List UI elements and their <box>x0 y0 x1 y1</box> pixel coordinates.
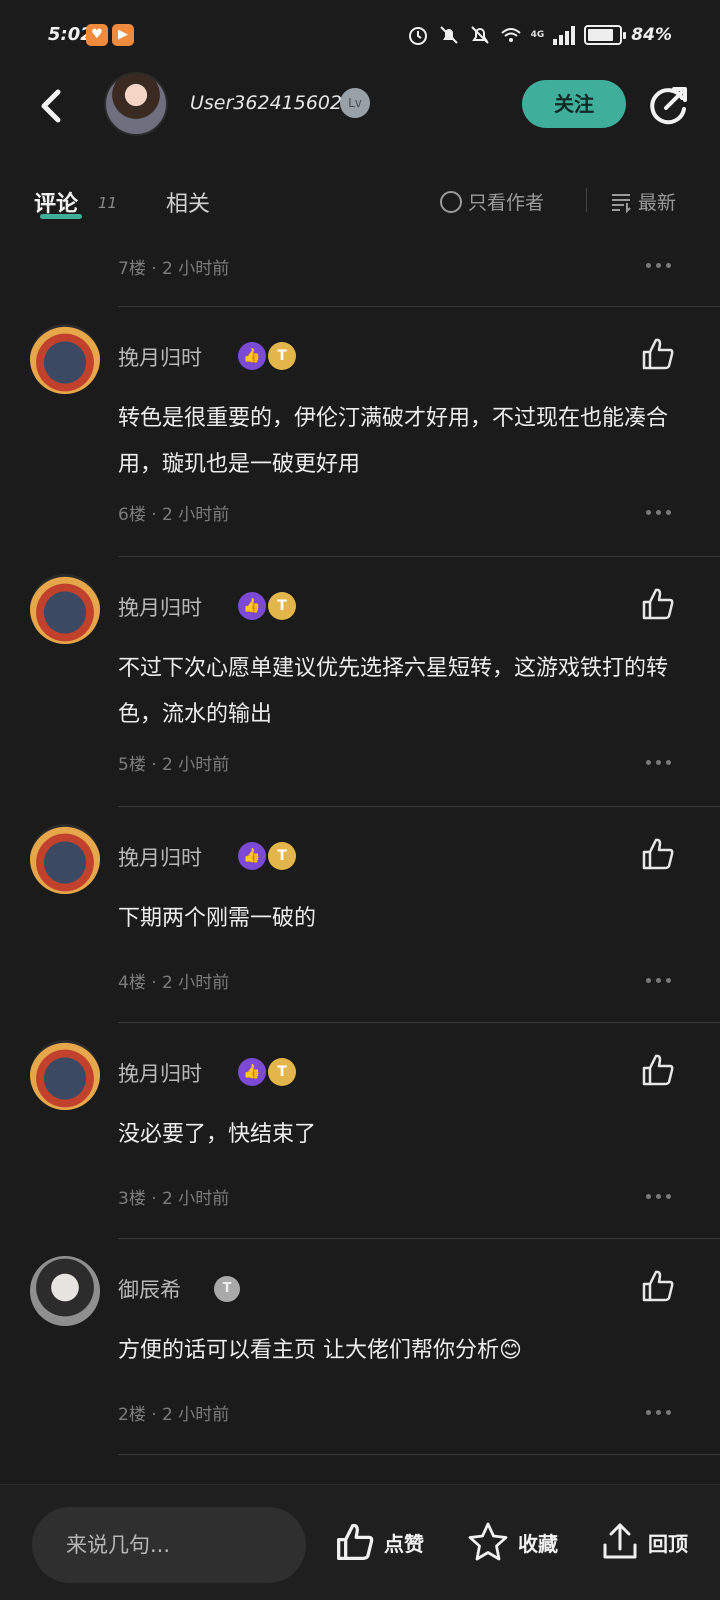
commenter-avatar[interactable] <box>30 1256 100 1326</box>
level-badge-icon: T <box>268 1058 296 1086</box>
comment-meta: 4楼 · 2 小时前 <box>118 973 230 993</box>
like-badge-icon: 👍 <box>238 842 266 870</box>
level-badge-icon: T <box>268 592 296 620</box>
comment-tabs: 评论 11 相关 只看作者 最新 <box>0 172 720 228</box>
commenter-name[interactable]: 御辰希 <box>118 1274 181 1304</box>
like-button[interactable] <box>640 586 676 622</box>
author-name[interactable]: User362415602 <box>190 92 342 114</box>
thumbs-up-icon <box>337 1523 374 1560</box>
more-options-icon[interactable] <box>646 1410 674 1418</box>
back-to-top-button[interactable]: 回顶 <box>600 1521 688 1563</box>
battery-icon <box>584 25 627 45</box>
commenter-name[interactable]: 挽月归时 <box>118 842 202 872</box>
like-badge-icon: 👍 <box>238 342 266 370</box>
only-author-label: 只看作者 <box>468 192 545 214</box>
commenter-name[interactable]: 挽月归时 <box>118 342 202 372</box>
author-avatar[interactable] <box>104 72 168 136</box>
level-badge: Lv <box>340 88 370 118</box>
status-icons: 4G 84% <box>407 20 672 50</box>
radio-icon <box>440 190 462 213</box>
tab-divider <box>586 188 587 212</box>
more-options-icon[interactable] <box>646 263 674 271</box>
post-header: User362415602 Lv 关注 <box>0 70 720 140</box>
like-post-label: 点赞 <box>384 1531 424 1556</box>
comment-item: 挽月归时 👍 T 没必要了，快结束了 3楼 · 2 小时前 <box>0 1040 720 1236</box>
network-type: 4G <box>530 30 545 40</box>
comment-text: 下期两个刚需一破的 <box>118 906 317 931</box>
only-author-toggle[interactable]: 只看作者 <box>440 188 544 215</box>
comment-meta: 7楼 · 2 小时前 <box>118 259 230 279</box>
comment-meta: 6楼 · 2 小时前 <box>118 505 230 525</box>
collect-button[interactable]: 收藏 <box>466 1521 558 1563</box>
reply-input[interactable] <box>32 1507 306 1583</box>
divider <box>118 306 720 307</box>
like-badge-icon: 👍 <box>238 1058 266 1086</box>
divider <box>118 556 720 557</box>
level-badge-icon: T <box>268 342 296 370</box>
divider <box>118 1454 720 1455</box>
comment-item: 御辰希 T 方便的话可以看主页 让大佬们帮你分析😊 2楼 · 2 小时前 <box>0 1256 720 1452</box>
mute-bell-icon <box>439 26 458 44</box>
divider <box>118 806 720 807</box>
active-tab-indicator <box>40 214 82 219</box>
level-badge-icon: T <box>268 842 296 870</box>
comment-meta: 2楼 · 2 小时前 <box>118 1405 230 1425</box>
comment-meta: 5楼 · 2 小时前 <box>118 755 230 775</box>
alarm-icon <box>408 27 427 45</box>
like-button[interactable] <box>640 836 676 872</box>
like-button[interactable] <box>640 1268 676 1304</box>
commenter-avatar[interactable] <box>30 1040 100 1110</box>
tab-related[interactable]: 相关 <box>166 186 210 218</box>
divider <box>118 1022 720 1023</box>
app-notification-icon: ♥ <box>86 24 108 46</box>
divider <box>118 1238 720 1239</box>
like-button[interactable] <box>640 1052 676 1088</box>
commenter-name[interactable]: 挽月归时 <box>118 1058 202 1088</box>
more-options-icon[interactable] <box>646 1194 674 1202</box>
like-post-button[interactable]: 点赞 <box>334 1521 424 1563</box>
upload-arrow-icon <box>603 1523 637 1559</box>
sort-button[interactable]: 最新 <box>610 188 676 215</box>
back-button[interactable] <box>30 84 74 128</box>
sort-label: 最新 <box>638 192 677 214</box>
follow-button[interactable]: 关注 <box>522 80 626 128</box>
more-options-icon[interactable] <box>646 760 674 768</box>
comment-item: 挽月归时 👍 T 下期两个刚需一破的 4楼 · 2 小时前 <box>0 824 720 1020</box>
like-badge-icon: 👍 <box>238 592 266 620</box>
silent-icon <box>470 26 489 44</box>
commenter-avatar[interactable] <box>30 824 100 894</box>
commenter-avatar[interactable] <box>30 574 100 644</box>
comment-item: 挽月归时 👍 T 转色是很重要的，伊伦汀满破才好用，不过现在也能凑合用，璇玑也是… <box>0 324 720 554</box>
battery-percent: 84% <box>631 25 672 45</box>
comment-text: 转色是很重要的，伊伦汀满破才好用，不过现在也能凑合用，璇玑也是一破更好用 <box>118 406 669 477</box>
level-badge-icon: T <box>214 1276 240 1302</box>
bottom-action-bar: 点赞 收藏 回顶 <box>0 1484 720 1600</box>
back-to-top-label: 回顶 <box>648 1531 688 1556</box>
sort-icon <box>612 193 631 213</box>
comment-item: 挽月归时 👍 T 不过下次心愿单建议优先选择六星短转，这游戏铁打的转色，流水的输… <box>0 574 720 804</box>
more-options-icon[interactable] <box>646 978 674 986</box>
comment-text: 不过下次心愿单建议优先选择六星短转，这游戏铁打的转色，流水的输出 <box>118 656 669 727</box>
comment-meta: 3楼 · 2 小时前 <box>118 1189 230 1209</box>
comments-count: 11 <box>98 194 118 212</box>
video-app-notification-icon: ▶ <box>112 24 134 46</box>
comment-text: 没必要了，快结束了 <box>118 1122 317 1147</box>
comment-text: 方便的话可以看主页 让大佬们帮你分析😊 <box>118 1338 522 1363</box>
star-icon <box>468 1522 508 1561</box>
collect-label: 收藏 <box>518 1531 558 1556</box>
like-button[interactable] <box>640 336 676 372</box>
wifi-icon <box>500 28 521 42</box>
signal-icon <box>553 25 576 45</box>
share-button[interactable] <box>646 82 692 128</box>
more-options-icon[interactable] <box>646 510 674 518</box>
commenter-avatar[interactable] <box>30 324 100 394</box>
status-bar: 5:02 ♥ ▶ 4G 84% <box>0 0 720 70</box>
commenter-name[interactable]: 挽月归时 <box>118 592 202 622</box>
